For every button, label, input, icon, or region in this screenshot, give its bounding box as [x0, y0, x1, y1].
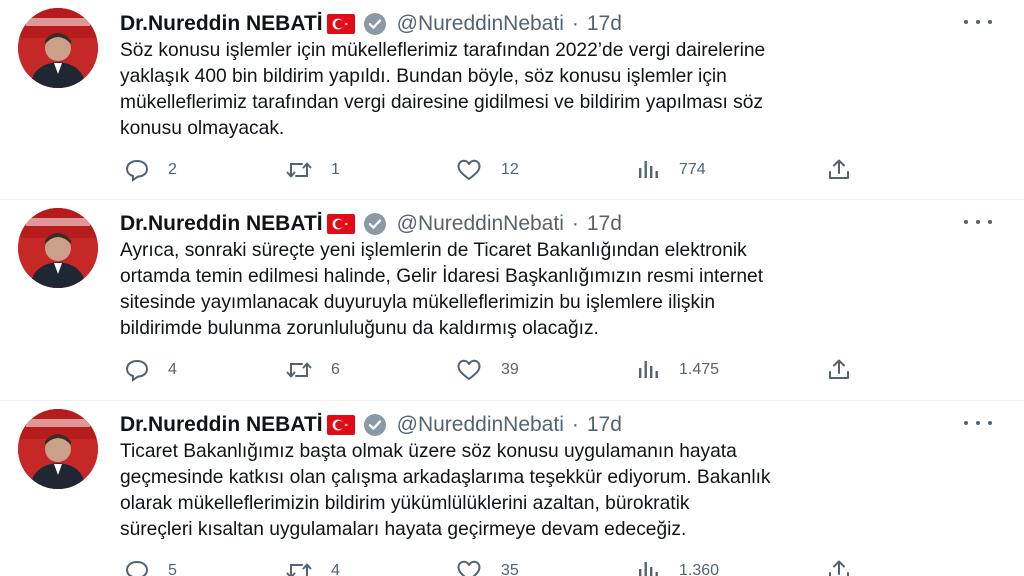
more-options-icon[interactable] [964, 212, 992, 232]
reply-count: 4 [168, 361, 177, 378]
share-icon [829, 159, 849, 179]
tweet-text: Ayrıca, sonraki süreçte yeni işlemlerin … [120, 240, 764, 339]
heart-icon [457, 359, 481, 380]
reply-icon [125, 159, 149, 182]
separator-dot: · [571, 413, 579, 436]
tweet-actions: 5 4 35 1.360 [120, 556, 850, 576]
tweet-timestamp[interactable]: 17d [587, 413, 622, 437]
tweet-header: Dr.Nureddin NEBATİ @NureddinNebati · 17d [120, 10, 622, 38]
retweet-button[interactable]: 6 [285, 355, 340, 385]
separator-dot: · [571, 212, 579, 235]
share-icon [829, 359, 849, 379]
author-handle[interactable]: @NureddinNebati [397, 212, 564, 236]
views-chart-icon [639, 361, 658, 378]
retweet-count: 4 [331, 562, 340, 576]
author-display-name[interactable]: Dr.Nureddin NEBATİ [120, 12, 323, 36]
turkey-flag-icon [326, 214, 355, 234]
turkey-flag-icon [326, 415, 355, 435]
views-button[interactable]: 774 [635, 155, 706, 185]
avatar[interactable] [18, 8, 98, 88]
heart-icon [457, 560, 481, 576]
author-handle[interactable]: @NureddinNebati [397, 413, 564, 437]
tweet-actions: 4 6 39 1.475 [120, 355, 850, 385]
like-count: 12 [501, 161, 519, 178]
views-count: 1.360 [679, 562, 720, 576]
reply-button[interactable]: 5 [124, 556, 177, 576]
author-handle[interactable]: @NureddinNebati [397, 12, 564, 36]
tweet-timestamp[interactable]: 17d [587, 12, 622, 36]
tweet-text: Söz konusu işlemler için mükelleflerimiz… [120, 40, 766, 139]
retweet-count: 1 [331, 161, 340, 178]
turkey-flag-icon [326, 14, 355, 34]
share-button[interactable] [826, 155, 852, 185]
retweet-icon [286, 362, 312, 378]
like-count: 35 [501, 562, 519, 576]
reply-count: 2 [168, 161, 177, 178]
retweet-button[interactable]: 1 [285, 155, 340, 185]
tweet-actions: 2 1 12 774 [120, 155, 850, 185]
tweet-timeline: Dr.Nureddin NEBATİ @NureddinNebati · 17d [0, 0, 1024, 576]
verified-badge-icon [363, 413, 387, 437]
like-button[interactable]: 39 [455, 355, 519, 385]
views-chart-icon [639, 161, 658, 178]
views-count: 774 [679, 161, 706, 178]
reply-button[interactable]: 4 [124, 355, 177, 385]
retweet-count: 6 [331, 361, 340, 378]
reply-icon [125, 560, 149, 576]
verified-badge-icon [363, 12, 387, 36]
tweet-header: Dr.Nureddin NEBATİ @NureddinNebati · 17d [120, 210, 622, 238]
tweet[interactable]: Dr.Nureddin NEBATİ @NureddinNebati · 17d [0, 200, 1024, 398]
tweet[interactable]: Dr.Nureddin NEBATİ @NureddinNebati · 17d [0, 0, 1024, 198]
author-display-name[interactable]: Dr.Nureddin NEBATİ [120, 212, 323, 236]
more-options-icon[interactable] [964, 413, 992, 433]
like-button[interactable]: 35 [455, 556, 519, 576]
like-button[interactable]: 12 [455, 155, 519, 185]
views-count: 1.475 [679, 361, 720, 378]
author-display-name[interactable]: Dr.Nureddin NEBATİ [120, 413, 323, 437]
avatar[interactable] [18, 208, 98, 288]
heart-icon [457, 159, 481, 180]
verified-badge-icon [363, 212, 387, 236]
retweet-button[interactable]: 4 [285, 556, 340, 576]
reply-icon [125, 359, 149, 382]
views-chart-icon [639, 562, 658, 576]
reply-button[interactable]: 2 [124, 155, 177, 185]
retweet-icon [286, 162, 312, 178]
tweet-text: Ticaret Bakanlığımız başta olmak üzere s… [120, 441, 771, 540]
tweet[interactable]: Dr.Nureddin NEBATİ @NureddinNebati · 17d [0, 401, 1024, 576]
views-button[interactable]: 1.360 [635, 556, 719, 576]
avatar[interactable] [18, 409, 98, 489]
like-count: 39 [501, 361, 519, 378]
more-options-icon[interactable] [964, 12, 992, 32]
retweet-icon [286, 563, 312, 576]
views-button[interactable]: 1.475 [635, 355, 719, 385]
separator-dot: · [571, 12, 579, 35]
share-button[interactable] [826, 556, 852, 576]
tweet-timestamp[interactable]: 17d [587, 212, 622, 236]
tweet-header: Dr.Nureddin NEBATİ @NureddinNebati · 17d [120, 411, 622, 439]
reply-count: 5 [168, 562, 177, 576]
share-icon [829, 560, 849, 576]
share-button[interactable] [826, 355, 852, 385]
